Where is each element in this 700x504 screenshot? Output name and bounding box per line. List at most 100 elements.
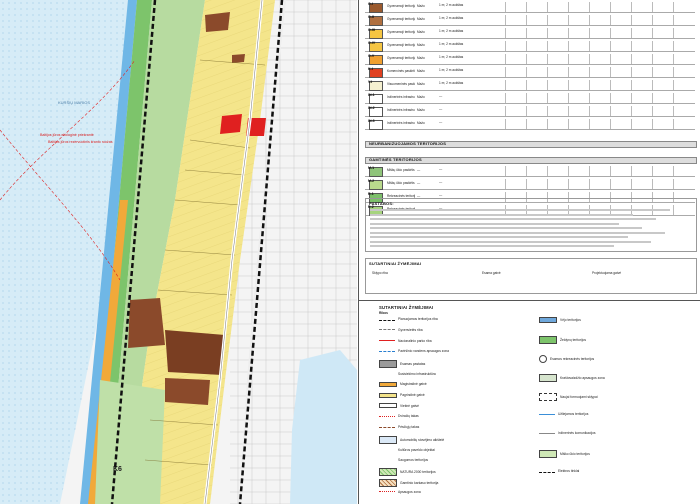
legend-item: Dviračių takas (379, 414, 419, 418)
notes-title: PASTABOS: (369, 201, 394, 206)
column-divider (652, 54, 653, 64)
column-divider (568, 54, 569, 64)
column-divider (631, 2, 632, 12)
row-density: Mažo (417, 30, 425, 34)
legend-symbol (379, 491, 395, 493)
legend-symbol (379, 329, 395, 331)
table-row: IN-2 Inžinerinės infrastruktūrosMažo — (365, 106, 695, 117)
column-divider (547, 80, 548, 90)
row-code: IN-2 (368, 106, 375, 110)
legend-item: Automobilių stovėjimo aikštelė (379, 435, 444, 444)
row-purpose: Miškų ūkio paskirtis (387, 181, 415, 185)
column-divider (568, 179, 569, 189)
legend-item: Elektros tinklai (539, 469, 579, 473)
lake (290, 350, 357, 504)
table-row: IN-1 Inžinerinės infrastruktūrosMažo — (365, 93, 695, 104)
legend-symbol (539, 393, 557, 401)
legend-symbol (379, 360, 397, 369)
column-divider (505, 54, 506, 64)
row-density: Mažo (417, 95, 425, 99)
column-divider (547, 119, 548, 129)
column-divider (652, 67, 653, 77)
notes-text-line (370, 236, 628, 238)
small-legend-item-3: Projektuojama gatvė (592, 271, 622, 275)
column-divider (505, 41, 506, 51)
row-density: — (417, 168, 421, 172)
column-divider (526, 67, 527, 77)
column-divider (673, 2, 674, 12)
row-code: G-III (368, 28, 375, 32)
map-sheet: { "map": { "sea_label": "KURŠIŲ MARIOS",… (0, 0, 700, 504)
column-divider (547, 93, 548, 103)
legend-symbol (379, 392, 397, 398)
row-height: 1 m; 2 m aukštas (439, 81, 464, 85)
row-purpose: Gyvenamoji teritorija (387, 56, 415, 60)
column-divider (505, 15, 506, 25)
column-divider (631, 67, 632, 77)
column-divider (673, 119, 674, 129)
sea-label: KURŠIŲ MARIOS (58, 100, 91, 105)
legend-item: Saugomos teritorijos (379, 457, 428, 463)
table-row: G-V Gyvenamoji teritorija Mažo 1 m; 2 m auk… (365, 54, 695, 65)
row-purpose: Gyvenamoji teritorija (387, 4, 415, 8)
column-divider (652, 119, 653, 129)
zoning-map[interactable]: KURŠIŲ MARIOS Baltijos jūros ekologinė p… (0, 0, 357, 504)
legend-item-label: Elektros tinklai (558, 469, 580, 473)
column-divider (526, 2, 527, 12)
column-divider (505, 28, 506, 38)
small-legend: SUTARTINIAI ŽYMĖJIMAI Sklypo riba Esama … (365, 258, 697, 294)
table-row: G-I Gyvenamoji teritorija Mažo 1 m; 2 m auk… (365, 2, 695, 13)
legend-item: Gamtinio karkaso teritorija (379, 479, 438, 487)
legend-symbol (539, 413, 555, 415)
legend-item: Inžinerinės komunikacijos (539, 431, 596, 435)
row-height: 1 m; 2 m aukštas (439, 16, 464, 20)
notes-text-line (370, 240, 651, 243)
legend-symbol (379, 381, 397, 387)
row-density: Mažo (417, 82, 425, 86)
legend-item-label: Pagrindinė gatvė (400, 393, 425, 398)
column-divider (547, 67, 548, 77)
column-divider (589, 166, 590, 176)
column-divider (673, 93, 674, 103)
column-divider (526, 106, 527, 116)
legend-item-label: Magistralinė gatvė (400, 382, 427, 387)
legend-symbol (379, 426, 395, 428)
column-divider (526, 54, 527, 64)
column-divider (652, 2, 653, 12)
column-divider (652, 15, 653, 25)
legend-item-label: Inžinerinės komunikacijos (558, 431, 596, 435)
legend-symbol (379, 320, 395, 321)
column-divider (673, 106, 674, 116)
column-divider (526, 119, 527, 129)
column-divider (610, 28, 611, 38)
notes-text-line (370, 218, 656, 220)
column-divider (568, 166, 569, 176)
legend-item: Želdynų teritorijos (539, 336, 586, 344)
column-divider (673, 67, 674, 77)
column-divider (568, 119, 569, 129)
column-divider (652, 93, 653, 103)
legend-symbol (379, 415, 395, 417)
column-divider (547, 54, 548, 64)
notes-text-line (370, 231, 665, 234)
column-divider (610, 2, 611, 12)
column-divider (673, 41, 674, 51)
column-divider (547, 2, 548, 12)
column-divider (673, 179, 674, 189)
legend-item: Naujai formuojami sklypai (539, 393, 598, 401)
legend-item: Esamos rekreacinės teritorijos (539, 355, 594, 363)
legend-item-label: Pėsčiųjų takas (398, 425, 420, 429)
column-divider (547, 166, 548, 176)
shore-note-1: Baltijos jūros ekologinė priekrantė (40, 133, 94, 137)
row-height: — (439, 94, 443, 98)
row-density: Mažo (417, 43, 425, 47)
column-divider (631, 119, 632, 129)
legend-item-label: Apsaugos zona (398, 489, 421, 494)
column-divider (652, 28, 653, 38)
legend-item-label: Gyvenvietės riba (398, 327, 423, 332)
column-divider (610, 67, 611, 77)
row-code: G-V (368, 54, 375, 58)
zone-k6-label: K6 (113, 466, 122, 473)
row-code: V-I (368, 80, 373, 84)
row-code: IN-1 (368, 93, 375, 97)
